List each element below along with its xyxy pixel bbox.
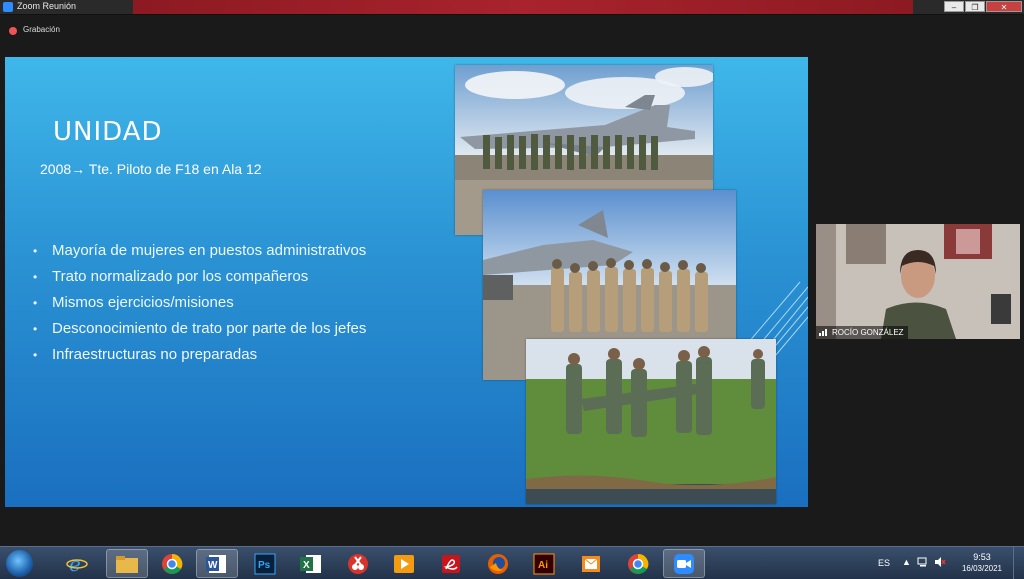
- svg-text:X: X: [303, 560, 310, 571]
- acrobat-reader-icon[interactable]: [437, 551, 465, 576]
- svg-text:W: W: [208, 560, 218, 571]
- chrome-2-icon[interactable]: [624, 551, 652, 576]
- slide-bullet: Mismos ejercicios/misiones: [33, 294, 366, 320]
- zoom-taskbar-icon[interactable]: [663, 549, 705, 578]
- language-indicator[interactable]: ES: [878, 558, 890, 568]
- network-icon[interactable]: [917, 557, 929, 569]
- minimize-button[interactable]: –: [944, 1, 964, 12]
- signal-strength-icon: [819, 329, 827, 336]
- clock-time: 9:53: [973, 552, 991, 562]
- slide-bullet: Desconocimiento de trato por parte de lo…: [33, 320, 366, 346]
- slide-subtitle: 2008→ Tte. Piloto de F18 en Ala 12: [40, 161, 262, 177]
- photoshop-icon[interactable]: Ps: [251, 551, 279, 576]
- participant-video-image: [816, 224, 1020, 339]
- illustrator-icon[interactable]: Ai: [530, 551, 558, 576]
- maximize-button[interactable]: ❐: [965, 1, 985, 12]
- outlook-icon[interactable]: [577, 551, 605, 576]
- window-title: Zoom Reunión: [17, 1, 77, 11]
- windows-taskbar: e W Ps X Ai ES ▲ 9:53 16/03/2021: [0, 546, 1024, 579]
- svg-text:Ps: Ps: [258, 560, 271, 571]
- slide-bullet: Mayoría de mujeres en puestos administra…: [33, 242, 366, 268]
- snipping-tool-icon[interactable]: [344, 551, 372, 576]
- svg-text:e: e: [69, 553, 81, 575]
- internet-explorer-icon[interactable]: e: [63, 551, 91, 576]
- clock-date: 16/03/2021: [961, 564, 1003, 573]
- photo-pilots-grass: [526, 339, 776, 504]
- media-player-icon[interactable]: [390, 551, 418, 576]
- zoom-app-icon: [3, 2, 13, 12]
- slide-bullet: Trato normalizado por los compañeros: [33, 268, 366, 294]
- excel-icon[interactable]: X: [297, 551, 325, 576]
- record-icon: [9, 27, 17, 35]
- show-hidden-icons-icon[interactable]: ▲: [902, 557, 911, 567]
- system-clock[interactable]: 9:53 16/03/2021: [958, 552, 1006, 573]
- close-button[interactable]: ✕: [986, 1, 1022, 12]
- chrome-icon[interactable]: [158, 551, 186, 576]
- shared-slide: UNIDAD 2008→ Tte. Piloto de F18 en Ala 1…: [5, 57, 808, 507]
- window-title-bar: Zoom Reunión – ❐ ✕: [0, 0, 1024, 15]
- participant-video[interactable]: ROCÍO GONZÁLEZ: [816, 224, 1020, 339]
- slide-title: UNIDAD: [53, 117, 163, 147]
- show-desktop-button[interactable]: [1013, 547, 1024, 579]
- svg-text:Ai: Ai: [538, 560, 548, 571]
- start-button[interactable]: [6, 550, 33, 577]
- recording-label: Grabación: [23, 25, 60, 34]
- window-title-band: [133, 0, 913, 14]
- firefox-icon[interactable]: [484, 551, 512, 576]
- file-explorer-icon[interactable]: [106, 549, 148, 578]
- slide-bullet: Infraestructuras no preparadas: [33, 346, 366, 372]
- word-icon[interactable]: W: [196, 549, 238, 578]
- participant-name: ROCÍO GONZÁLEZ: [832, 328, 904, 337]
- volume-muted-icon[interactable]: [934, 557, 946, 569]
- participant-name-label: ROCÍO GONZÁLEZ: [816, 326, 908, 339]
- slide-bullet-list: Mayoría de mujeres en puestos administra…: [33, 242, 366, 372]
